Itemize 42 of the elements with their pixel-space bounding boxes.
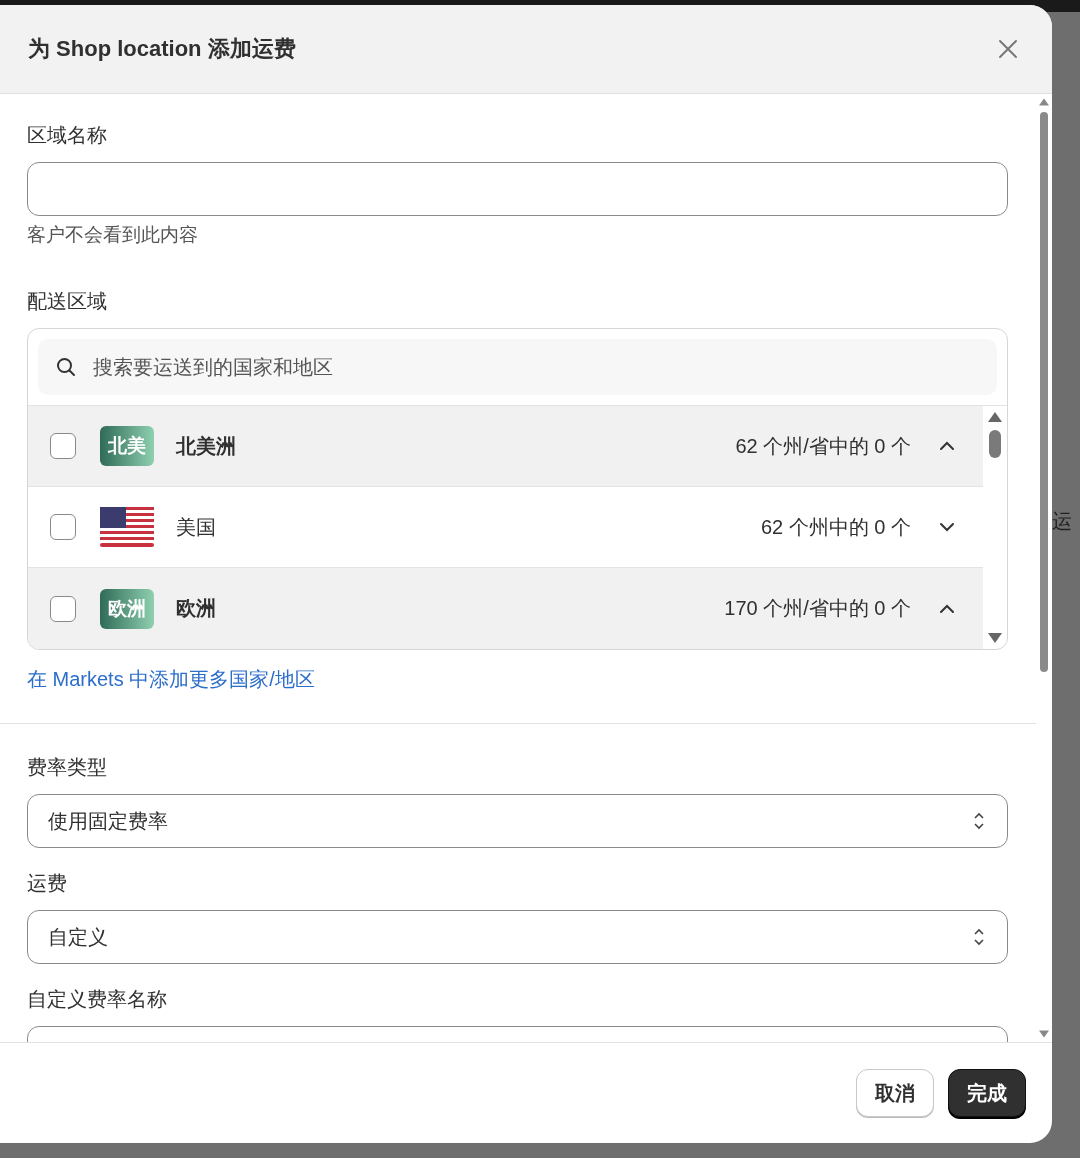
- select-arrows-icon: [973, 927, 985, 947]
- search-field[interactable]: 搜索要运送到的国家和地区: [38, 339, 997, 395]
- done-button[interactable]: 完成: [948, 1069, 1026, 1117]
- checkbox[interactable]: [50, 514, 76, 540]
- chevron-down-icon[interactable]: [939, 522, 955, 532]
- scroll-up-arrow-icon[interactable]: [988, 412, 1002, 422]
- scroll-up-arrow-icon[interactable]: [1039, 98, 1049, 106]
- chevron-up-icon[interactable]: [939, 603, 955, 614]
- search-icon: [56, 357, 76, 377]
- scrollbar-thumb[interactable]: [989, 430, 1001, 458]
- field-label: 自定义费率名称: [27, 987, 168, 1012]
- scroll-down-arrow-icon[interactable]: [1039, 1030, 1049, 1038]
- region-name: 美国: [176, 514, 217, 540]
- rate-select[interactable]: 自定义: [27, 910, 1008, 964]
- help-text: 客户不会看到此内容: [27, 223, 199, 247]
- region-name: 欧洲: [176, 596, 217, 621]
- region-row[interactable]: 北美 北美洲 62 个州/省中的 0 个: [28, 406, 983, 487]
- background-text: 运: [1052, 509, 1072, 534]
- field-label: 费率类型: [27, 755, 108, 780]
- region-badge: 北美: [100, 426, 154, 466]
- scrollbar-thumb[interactable]: [1040, 112, 1048, 672]
- dialog-title: 为 Shop location 添加运费: [28, 35, 297, 63]
- field-label: 配送区域: [27, 289, 108, 314]
- region-badge: 欧洲: [100, 588, 154, 629]
- flag-icon: [100, 507, 154, 547]
- select-arrows-icon: [973, 811, 985, 831]
- region-count: 62 个州/省中的 0 个: [735, 433, 911, 459]
- field-label: 区域名称: [27, 123, 108, 148]
- scroll-down-arrow-icon[interactable]: [988, 633, 1002, 643]
- region-count: 62 个州中的 0 个: [760, 514, 911, 540]
- region-count: 170 个州/省中的 0 个: [724, 596, 911, 621]
- zone-name-field[interactable]: [27, 162, 1008, 216]
- field-label: 运费: [27, 871, 68, 896]
- region-row[interactable]: 欧洲 欧洲 170 个州/省中的 0 个: [28, 568, 983, 649]
- close-icon[interactable]: [998, 39, 1018, 59]
- add-markets-link[interactable]: 在 Markets 中添加更多国家/地区: [27, 666, 315, 693]
- chevron-up-icon[interactable]: [939, 441, 955, 451]
- cancel-button[interactable]: 取消: [856, 1069, 934, 1117]
- checkbox[interactable]: [50, 433, 76, 459]
- rate-type-select[interactable]: 使用固定费率: [27, 794, 1008, 848]
- checkbox[interactable]: [50, 595, 76, 622]
- region-name: 北美洲: [176, 433, 237, 459]
